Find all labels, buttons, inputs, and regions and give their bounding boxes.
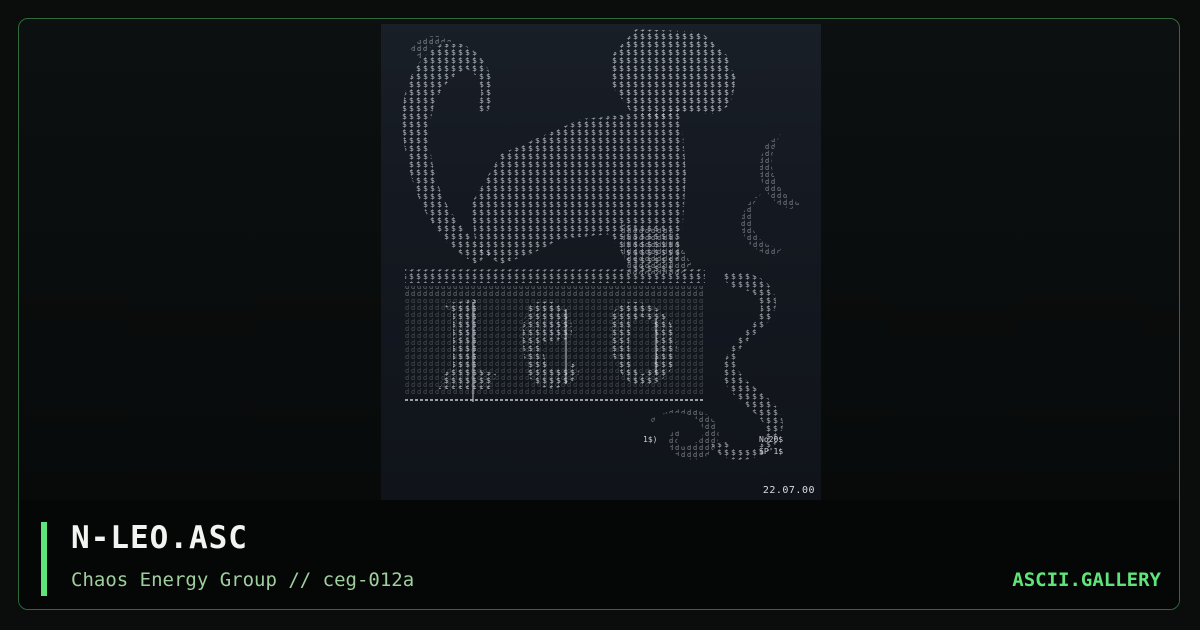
artwork-date: 22.07.00 — [762, 485, 815, 496]
lion-head-shape — [611, 29, 736, 119]
ornament-vine-shape — [741, 134, 801, 256]
ornament-swirl-shape — [711, 272, 783, 461]
artwork-title: N-LEO.ASC — [71, 520, 248, 556]
plinth-band — [405, 269, 705, 283]
ascii-leo-illustration: $ d — [402, 29, 801, 461]
caption-panel: N-LEO.ASC Chaos Energy Group // ceg-012a… — [19, 500, 1179, 609]
plinth-band-lower — [405, 286, 705, 296]
brand-label[interactable]: ASCII.GALLERY — [1012, 569, 1161, 591]
artwork-subtitle: Chaos Energy Group // ceg-012a — [71, 569, 415, 591]
svg-text:No20$: No20$ — [759, 435, 783, 444]
ascii-artwork: $ d — [381, 24, 821, 504]
ornament-bottom-swirl — [649, 408, 719, 460]
share-card: $ d — [18, 18, 1180, 610]
accent-bar — [41, 522, 47, 596]
svg-text:1$): 1$) — [643, 435, 657, 444]
svg-text:SP'1$: SP'1$ — [759, 447, 783, 456]
